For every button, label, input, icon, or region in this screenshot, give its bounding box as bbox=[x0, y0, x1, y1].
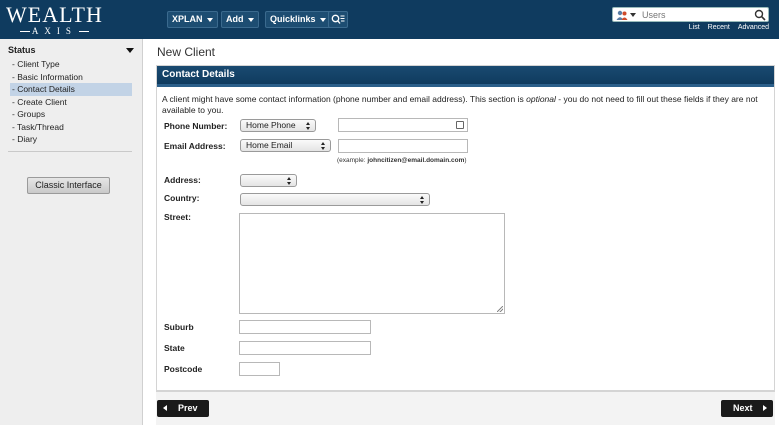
state-label: State bbox=[164, 343, 185, 353]
section-intro-text: A client might have some contact informa… bbox=[162, 94, 762, 115]
user-search-input[interactable] bbox=[639, 8, 754, 21]
prev-button[interactable]: Prev bbox=[157, 400, 209, 417]
street-textarea[interactable] bbox=[239, 213, 505, 314]
intro-text-start: A client might have some contact informa… bbox=[162, 94, 527, 104]
users-icon[interactable] bbox=[616, 10, 628, 20]
user-search-links: List Recent Advanced bbox=[681, 24, 769, 31]
prev-button-label: Prev bbox=[178, 403, 198, 413]
logo-dash bbox=[78, 31, 89, 33]
next-button[interactable]: Next bbox=[721, 400, 773, 417]
street-label: Street: bbox=[164, 212, 191, 222]
phone-type-select[interactable]: Home Phone bbox=[240, 119, 316, 132]
collapse-triangle-icon[interactable] bbox=[126, 48, 134, 53]
classic-interface-button[interactable]: Classic Interface bbox=[27, 177, 110, 194]
chevron-down-icon bbox=[247, 17, 254, 22]
user-search-box[interactable] bbox=[612, 7, 769, 22]
state-input[interactable] bbox=[239, 341, 371, 355]
section-title: Contact Details bbox=[157, 66, 774, 87]
chevron-down-icon bbox=[206, 17, 213, 22]
xplan-menu-button[interactable]: XPLAN bbox=[167, 11, 218, 28]
quicklinks-menu-label: Quicklinks bbox=[270, 14, 316, 24]
sidebar-steps: - Client Type - Basic Information - Cont… bbox=[10, 58, 132, 146]
next-button-label: Next bbox=[733, 403, 753, 413]
search-icon[interactable] bbox=[754, 9, 766, 21]
sidebar-item-create-client[interactable]: - Create Client bbox=[10, 96, 132, 109]
suburb-input[interactable] bbox=[239, 320, 371, 334]
example-email: johncitizen@email.domain.com bbox=[367, 157, 465, 164]
country-label: Country: bbox=[164, 193, 200, 203]
sidebar-item-diary[interactable]: - Diary bbox=[10, 133, 132, 146]
select-arrows-icon bbox=[287, 177, 292, 185]
wizard-footer bbox=[156, 391, 775, 425]
address-type-select[interactable] bbox=[240, 174, 297, 187]
email-example-hint: (example: johncitizen@email.domain.com) bbox=[337, 157, 467, 164]
quicklinks-menu-button[interactable]: Quicklinks bbox=[265, 11, 331, 28]
advanced-link[interactable]: Advanced bbox=[738, 24, 769, 31]
sidebar-heading[interactable]: Status bbox=[8, 45, 134, 55]
top-header: WEALTH AXIS XPLAN Add Quicklinks List Rec… bbox=[0, 0, 779, 39]
sidebar-item-contact-details[interactable]: - Contact Details bbox=[10, 83, 132, 96]
address-label: Address: bbox=[164, 175, 201, 185]
add-menu-button[interactable]: Add bbox=[221, 11, 259, 28]
logo-wordmark: WEALTH bbox=[6, 2, 103, 27]
phone-number-input[interactable] bbox=[338, 118, 468, 132]
add-menu-label: Add bbox=[226, 14, 244, 24]
page-title: New Client bbox=[157, 45, 216, 59]
email-address-input[interactable] bbox=[338, 139, 468, 153]
sidebar-item-basic-information[interactable]: - Basic Information bbox=[10, 71, 132, 84]
phone-number-label: Phone Number: bbox=[164, 121, 228, 131]
xplan-menu-label: XPLAN bbox=[172, 14, 203, 24]
sidebar-heading-label: Status bbox=[8, 45, 36, 55]
search-menu-button[interactable] bbox=[328, 11, 348, 28]
select-arrows-icon bbox=[306, 122, 311, 130]
select-arrows-icon bbox=[420, 196, 425, 204]
example-prefix: (example: bbox=[337, 157, 368, 164]
phone-type-value: Home Phone bbox=[246, 120, 296, 130]
chevron-down-icon bbox=[319, 17, 326, 22]
chevron-right-icon bbox=[763, 405, 767, 411]
list-link[interactable]: List bbox=[689, 24, 700, 31]
postcode-input[interactable] bbox=[239, 362, 280, 376]
chevron-down-icon[interactable] bbox=[630, 13, 636, 17]
select-arrows-icon bbox=[321, 142, 326, 150]
sidebar-divider bbox=[8, 151, 132, 152]
wealth-axis-logo[interactable]: WEALTH AXIS bbox=[6, 4, 103, 36]
email-address-label: Email Address: bbox=[164, 141, 226, 151]
search-list-icon bbox=[331, 14, 345, 24]
status-sidebar: Status - Client Type - Basic Information… bbox=[0, 39, 143, 425]
email-type-value: Home Email bbox=[246, 140, 293, 150]
chevron-left-icon bbox=[163, 405, 167, 411]
logo-subtitle: AXIS bbox=[31, 26, 77, 36]
recent-link[interactable]: Recent bbox=[708, 24, 730, 31]
example-suffix: ) bbox=[464, 157, 467, 164]
sidebar-item-client-type[interactable]: - Client Type bbox=[10, 58, 132, 71]
intro-text-emphasis: optional bbox=[526, 94, 556, 104]
country-select[interactable] bbox=[240, 193, 430, 206]
email-type-select[interactable]: Home Email bbox=[240, 139, 331, 152]
logo-dash bbox=[19, 31, 30, 33]
contact-card-icon[interactable] bbox=[456, 121, 464, 129]
resize-grip-icon[interactable] bbox=[497, 306, 503, 312]
postcode-label: Postcode bbox=[164, 364, 203, 374]
sidebar-item-task-thread[interactable]: - Task/Thread bbox=[10, 121, 132, 134]
sidebar-item-groups[interactable]: - Groups bbox=[10, 108, 132, 121]
suburb-label: Suburb bbox=[164, 322, 194, 332]
